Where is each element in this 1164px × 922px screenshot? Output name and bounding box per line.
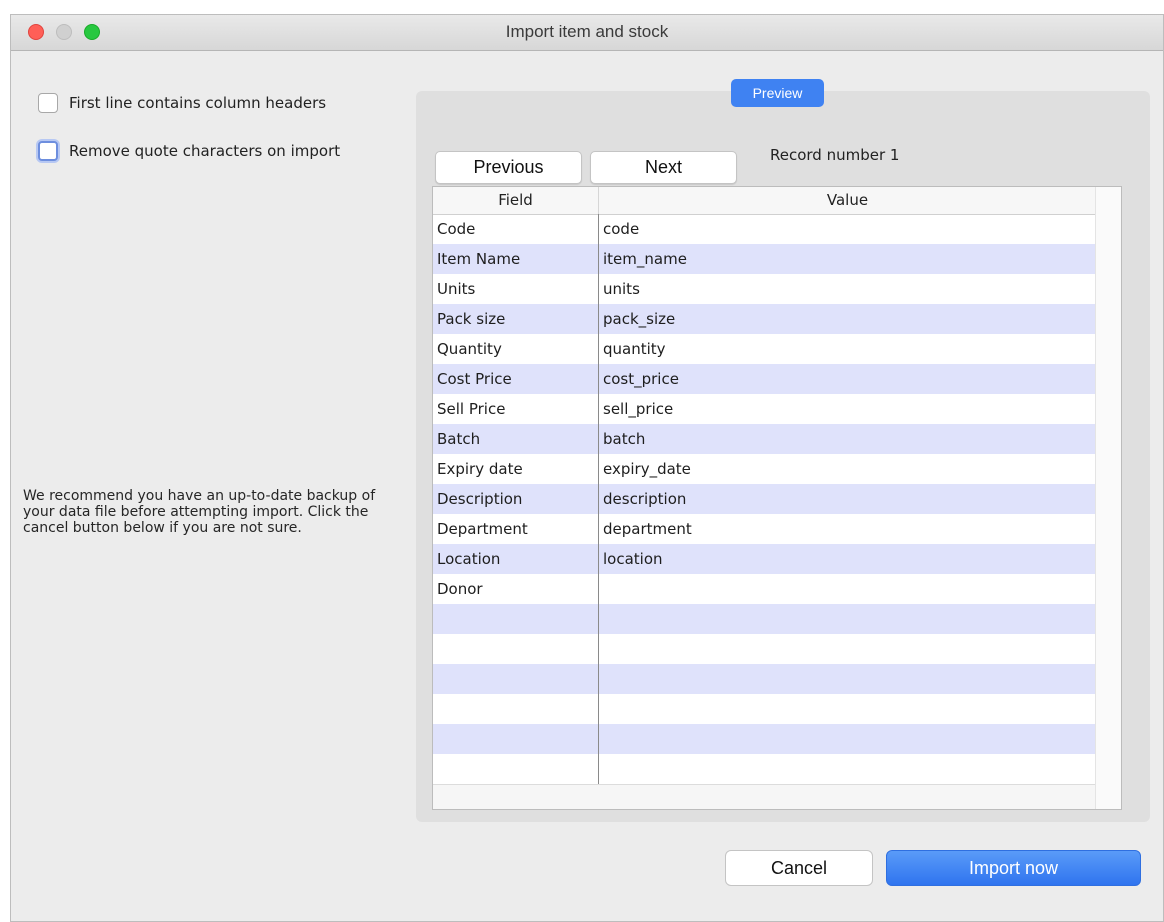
field-cell: Units [437, 280, 476, 298]
remove-quotes-option[interactable]: Remove quote characters on import [38, 141, 340, 161]
value-cell: pack_size [603, 310, 676, 328]
table-row[interactable]: Code code [433, 214, 1096, 244]
column-divider [598, 214, 599, 785]
title-bar: Import item and stock [11, 15, 1163, 51]
preview-tab[interactable]: Preview [731, 79, 824, 107]
value-cell [599, 574, 1093, 604]
vertical-scrollbar[interactable] [1095, 187, 1121, 809]
value-cell: cost_price [603, 370, 679, 388]
field-cell: Donor [437, 580, 483, 598]
table-row[interactable]: Cost Price cost_price [433, 364, 1096, 394]
table-row[interactable]: Location location [433, 544, 1096, 574]
table-row[interactable]: Units units [433, 274, 1096, 304]
record-number-label: Record number 1 [770, 146, 900, 164]
field-cell: Description [437, 490, 523, 508]
horizontal-scrollbar[interactable] [433, 784, 1096, 809]
cancel-button[interactable]: Cancel [725, 850, 873, 886]
field-cell [433, 694, 598, 724]
value-cell: department [603, 520, 692, 538]
remove-quotes-checkbox[interactable] [38, 141, 58, 161]
value-cell: quantity [603, 340, 666, 358]
table-row[interactable]: Batch batch [433, 424, 1096, 454]
field-cell: Batch [437, 430, 481, 448]
field-cell: Quantity [437, 340, 502, 358]
value-cell [599, 634, 1093, 664]
value-cell: expiry_date [603, 460, 691, 478]
value-cell [599, 664, 1093, 694]
table-row[interactable] [433, 664, 1096, 694]
table-row[interactable] [433, 634, 1096, 664]
first-line-headers-checkbox[interactable] [38, 93, 58, 113]
window-title: Import item and stock [505, 22, 669, 41]
field-cell: Location [437, 550, 501, 568]
field-cell: Sell Price [437, 400, 506, 418]
next-button[interactable]: Next [590, 151, 737, 184]
table-row[interactable]: Donor [433, 574, 1096, 604]
table-row[interactable]: Description description [433, 484, 1096, 514]
field-cell [433, 634, 598, 664]
value-cell: location [603, 550, 663, 568]
field-cell: Item Name [437, 250, 521, 268]
table-body: Code code Item Name item_name Units units Pack… [433, 214, 1096, 784]
preview-table[interactable]: Field Value Code code Item Name item_name Un… [432, 186, 1122, 810]
table-row[interactable]: Quantity quantity [433, 334, 1096, 364]
field-cell: Code [437, 220, 476, 238]
value-cell [599, 754, 1093, 784]
value-cell: description [603, 490, 687, 508]
column-header-field[interactable]: Field [433, 187, 599, 214]
table-header: Field Value [433, 187, 1097, 215]
field-cell: Cost Price [437, 370, 512, 388]
field-cell: Department [437, 520, 528, 538]
table-row[interactable]: Sell Price sell_price [433, 394, 1096, 424]
table-row[interactable] [433, 604, 1096, 634]
value-cell: batch [603, 430, 646, 448]
table-row[interactable]: Item Name item_name [433, 244, 1096, 274]
value-cell [599, 694, 1093, 724]
first-line-headers-option[interactable]: First line contains column headers [38, 93, 326, 113]
remove-quotes-label: Remove quote characters on import [69, 142, 341, 160]
table-row[interactable]: Pack size pack_size [433, 304, 1096, 334]
field-cell [433, 754, 598, 784]
value-cell: units [603, 280, 640, 298]
import-now-button[interactable]: Import now [886, 850, 1141, 886]
field-cell [433, 604, 598, 634]
field-cell [433, 664, 598, 694]
value-cell: item_name [603, 250, 687, 268]
table-row[interactable] [433, 694, 1096, 724]
first-line-headers-label: First line contains column headers [69, 94, 327, 112]
previous-button[interactable]: Previous [435, 151, 582, 184]
field-cell: Pack size [437, 310, 506, 328]
value-cell: code [603, 220, 640, 238]
value-cell [599, 604, 1093, 634]
field-cell: Expiry date [437, 460, 523, 478]
table-row[interactable] [433, 724, 1096, 754]
table-row[interactable]: Department department [433, 514, 1096, 544]
value-cell: sell_price [603, 400, 674, 418]
column-header-value[interactable]: Value [599, 187, 1097, 214]
field-cell [433, 724, 598, 754]
value-cell [599, 724, 1093, 754]
table-row[interactable] [433, 754, 1096, 784]
backup-recommendation-text: We recommend you have an up-to-date back… [23, 488, 376, 536]
table-row[interactable]: Expiry date expiry_date [433, 454, 1096, 484]
